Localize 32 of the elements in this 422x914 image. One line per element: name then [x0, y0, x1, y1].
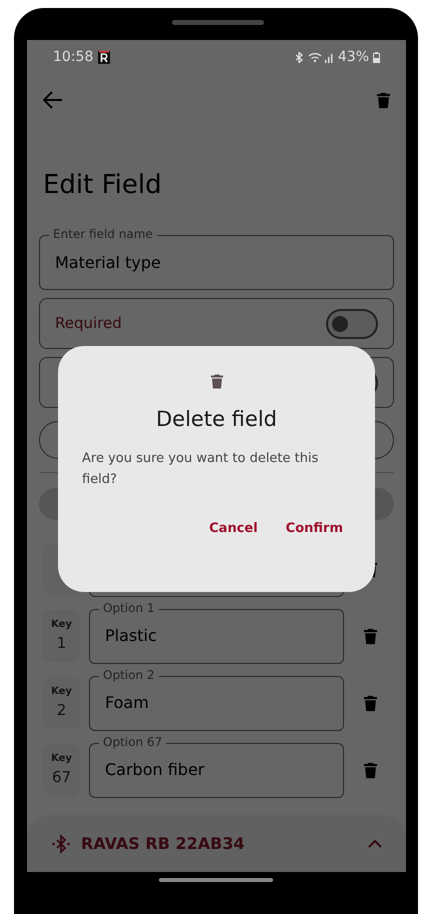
- bluetooth-icon: [294, 52, 304, 62]
- battery-icon: [373, 52, 380, 62]
- device-name: RAVAS RB 22AB34: [81, 832, 246, 854]
- confirm-button[interactable]: Confirm: [278, 515, 351, 542]
- dialog-message: Are you sure you want to delete this field?: [82, 450, 320, 489]
- field-label: Option 2: [99, 666, 158, 682]
- page-title: Edit Field: [43, 169, 163, 202]
- app-notification-icon: [98, 50, 110, 64]
- delete-icon[interactable]: [364, 762, 377, 778]
- field-label: Option 67: [99, 734, 166, 750]
- delete-icon[interactable]: [364, 628, 377, 644]
- key-label: Key: [51, 618, 72, 632]
- key-value: 1: [56, 633, 66, 654]
- cancel-button[interactable]: Cancel: [201, 515, 266, 542]
- field-label: Option 1: [99, 600, 158, 616]
- dialog-title: Delete field: [156, 406, 277, 433]
- device-bar[interactable]: RAVAS RB 22AB34: [27, 815, 406, 872]
- signal-icon: [308, 52, 334, 62]
- status-time: 10:58: [53, 48, 94, 66]
- key-label: Key: [51, 685, 72, 699]
- setting-label: Required: [55, 313, 122, 334]
- chevron-icon[interactable]: [368, 839, 382, 848]
- key-label: Key: [51, 752, 72, 766]
- bluetooth-icon: [51, 834, 71, 854]
- delete-icon[interactable]: [377, 92, 390, 108]
- key-value: 2: [56, 700, 66, 721]
- battery-percentage: 43%: [338, 48, 369, 66]
- toggle-switch[interactable]: [326, 308, 378, 338]
- back-arrow-icon[interactable]: [43, 91, 63, 109]
- delete-icon: [210, 374, 222, 389]
- delete-icon[interactable]: [364, 694, 377, 712]
- key-value: 67: [52, 767, 72, 788]
